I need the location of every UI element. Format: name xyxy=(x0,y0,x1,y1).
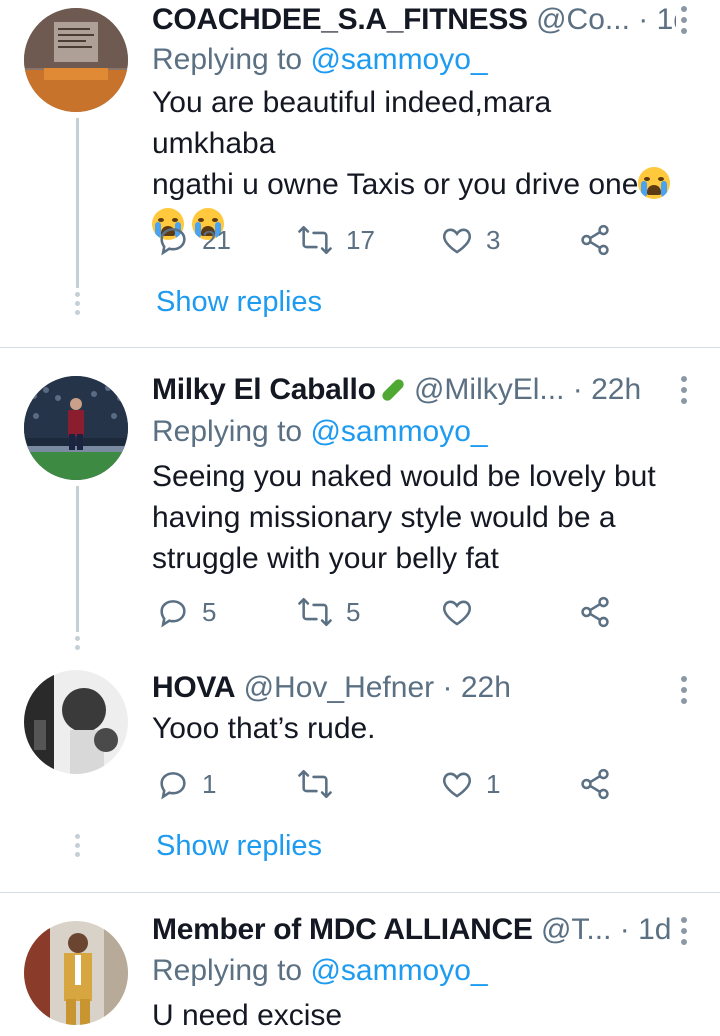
like-icon xyxy=(443,772,471,798)
share-button[interactable] xyxy=(578,220,612,260)
tweet-text: Yooo that’s rude. xyxy=(152,708,682,749)
display-name[interactable]: Member of MDC ALLIANCE xyxy=(152,913,533,946)
share-icon xyxy=(581,224,609,256)
user-handle[interactable]: @Hov_Hefner xyxy=(244,671,435,704)
retweet-icon xyxy=(298,769,332,799)
reply-count: 1 xyxy=(202,768,217,799)
replying-to-label: Replying to xyxy=(152,43,303,76)
like-count: 3 xyxy=(486,224,501,255)
thread-continuation-dots xyxy=(75,834,80,861)
timestamp[interactable]: 1d xyxy=(657,3,676,36)
retweet-icon xyxy=(298,597,332,627)
tweet-text: Seeing you naked would be lovely but hav… xyxy=(152,456,682,579)
reply-count: 21 xyxy=(202,224,231,255)
tweet-text-line: Seeing you naked would be lovely but xyxy=(152,460,656,493)
like-button[interactable] xyxy=(440,592,486,632)
tweet-2[interactable]: Milky El Caballo @MilkyEl... · 22h Reply… xyxy=(0,348,720,661)
tweet-header: HOVA @Hov_Hefner · 22h xyxy=(152,668,676,708)
display-name[interactable]: HOVA xyxy=(152,671,236,704)
separator-dot: · xyxy=(572,373,583,406)
tweet-actions: 5 5 xyxy=(156,592,626,632)
like-button[interactable]: 1 xyxy=(440,764,500,804)
tweet-text-line: having missionary style would be a xyxy=(152,501,616,534)
retweet-button[interactable]: 5 xyxy=(296,592,360,632)
share-icon xyxy=(581,596,609,628)
reply-button[interactable]: 21 xyxy=(156,220,231,260)
reply-icon xyxy=(160,772,186,800)
crying-face-emoji-icon xyxy=(638,167,671,199)
cucumber-emoji-icon xyxy=(379,377,406,403)
tweet-header: Member of MDC ALLIANCE @T... · 1d xyxy=(152,910,676,950)
tweet-header: COACHDEE_S.A_FITNESS @Co... · 1d xyxy=(152,0,676,40)
user-handle[interactable]: @T... xyxy=(541,913,611,946)
like-button[interactable]: 3 xyxy=(440,220,500,260)
user-handle[interactable]: @MilkyEl... xyxy=(414,373,564,406)
replying-to-label: Replying to xyxy=(152,415,303,448)
share-button[interactable] xyxy=(578,592,612,632)
mention-link[interactable]: @sammoyo_ xyxy=(310,43,487,76)
user-handle[interactable]: @Co... xyxy=(536,3,630,36)
like-count: 1 xyxy=(486,768,501,799)
tweet-actions: 21 17 3 xyxy=(156,220,626,260)
retweet-count: 5 xyxy=(346,596,361,627)
tweet-4[interactable]: Member of MDC ALLIANCE @T... · 1d Replyi… xyxy=(0,893,720,1036)
thread-line xyxy=(76,486,79,632)
timestamp[interactable]: 22h xyxy=(461,671,511,704)
tweet-actions: 1 1 xyxy=(156,764,626,804)
more-options-icon[interactable] xyxy=(676,376,692,409)
display-name[interactable]: Milky El Caballo xyxy=(152,373,406,406)
tweet-text-line: U need excise xyxy=(152,999,343,1032)
share-button[interactable] xyxy=(578,764,612,804)
replying-to-label: Replying to xyxy=(152,954,303,987)
thread-line xyxy=(76,118,79,288)
separator-dot: · xyxy=(638,3,649,36)
retweet-icon xyxy=(298,225,332,255)
reply-icon xyxy=(160,228,186,256)
retweet-count: 17 xyxy=(346,224,375,255)
share-icon xyxy=(581,768,609,800)
more-options-icon[interactable] xyxy=(676,676,692,709)
tweet-1[interactable]: COACHDEE_S.A_FITNESS @Co... · 1d Replyin… xyxy=(0,0,720,347)
avatar[interactable] xyxy=(24,8,128,112)
tweet-text-line: struggle with your belly fat xyxy=(152,542,499,575)
thread-continuation-dots xyxy=(75,636,80,654)
like-icon xyxy=(443,228,471,254)
tweet-text: U need excise xyxy=(152,995,682,1036)
mention-link[interactable]: @sammoyo_ xyxy=(310,415,487,448)
reply-icon xyxy=(160,600,186,628)
replying-to: Replying to @sammoyo_ xyxy=(152,40,488,80)
reply-count: 5 xyxy=(202,596,217,627)
more-options-icon[interactable] xyxy=(676,917,692,950)
avatar[interactable] xyxy=(24,376,128,480)
tweet-3[interactable]: HOVA @Hov_Hefner · 22h Yooo that’s rude.… xyxy=(0,662,720,892)
more-options-icon[interactable] xyxy=(676,6,692,39)
tweet-text-line: ngathi u owne Taxis or you drive one xyxy=(152,164,682,205)
tweet-text-line: You are beautiful indeed,mara umkhaba xyxy=(152,86,552,160)
timestamp[interactable]: 1d xyxy=(638,913,671,946)
tweet-text-line-content: ngathi u owne Taxis or you drive one xyxy=(152,168,639,201)
display-name-text: Milky El Caballo xyxy=(152,373,376,406)
like-icon xyxy=(443,600,471,626)
reply-button[interactable]: 1 xyxy=(156,764,216,804)
avatar[interactable] xyxy=(24,921,128,1025)
reply-button[interactable]: 5 xyxy=(156,592,216,632)
replying-to: Replying to @sammoyo_ xyxy=(152,412,488,452)
show-replies-link[interactable]: Show replies xyxy=(156,826,322,866)
thread-continuation-dots xyxy=(75,292,80,319)
separator-dot: · xyxy=(442,671,453,704)
avatar[interactable] xyxy=(24,670,128,774)
mention-link[interactable]: @sammoyo_ xyxy=(310,954,487,987)
timestamp[interactable]: 22h xyxy=(591,373,641,406)
show-replies-link[interactable]: Show replies xyxy=(156,282,322,322)
retweet-button[interactable]: 17 xyxy=(296,220,375,260)
display-name[interactable]: COACHDEE_S.A_FITNESS xyxy=(152,3,528,36)
tweet-header: Milky El Caballo @MilkyEl... · 22h xyxy=(152,370,676,410)
retweet-button[interactable] xyxy=(296,764,346,804)
tweet-text-line: Yooo that’s rude. xyxy=(152,712,376,745)
replying-to: Replying to @sammoyo_ xyxy=(152,951,488,991)
separator-dot: · xyxy=(619,913,630,946)
